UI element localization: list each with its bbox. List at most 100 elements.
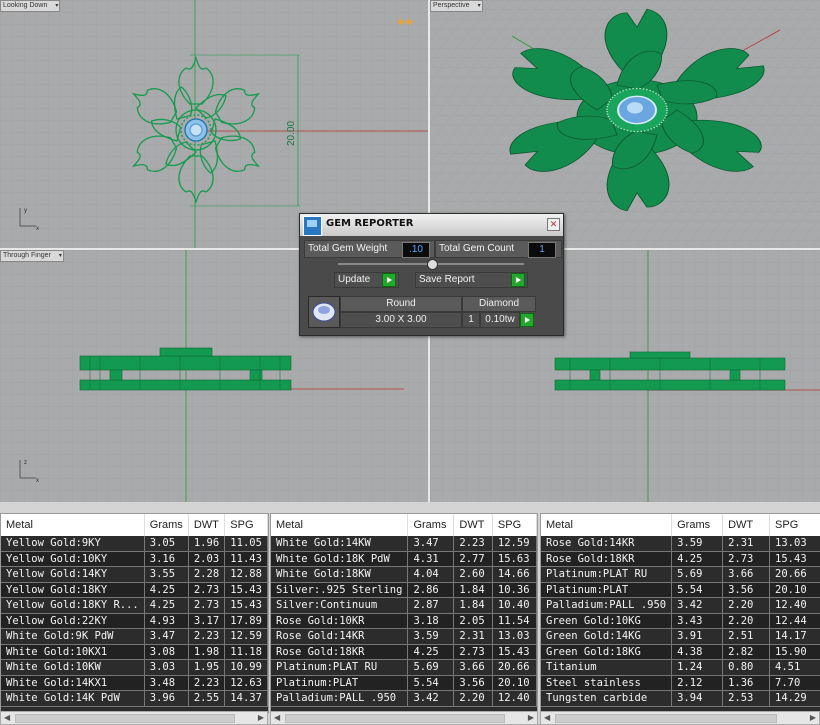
table-row[interactable]: Rose Gold:14KR 3.59 2.31 13.03 [541,536,820,552]
dimension-label: 20.00 [286,121,297,146]
dwt-value: 2.73 [188,597,226,614]
scroll-left-icon[interactable]: ◀ [544,712,550,723]
horizontal-scrollbar[interactable]: ◀ ▶ [540,711,820,725]
table-row[interactable]: Yellow Gold:10KY 3.16 2.03 11.43 [1,551,268,567]
column-header-dwt[interactable]: DWT [188,514,226,536]
play-icon[interactable] [520,313,534,327]
column-header-spg[interactable]: SPG [492,514,537,536]
play-icon[interactable] [511,273,525,287]
table-row[interactable]: Yellow Gold:18KY 4.25 2.73 15.43 [1,582,268,598]
spg-value: 11.05 [224,536,268,552]
dwt-value: 3.66 [722,566,771,583]
viewport-label[interactable]: Through Finger ▾ [0,250,64,262]
metal-name: Steel stainless [541,675,673,691]
metal-name: Rose Gold:18KR [541,551,673,567]
table-row[interactable]: White Gold:9K PdW 3.47 2.23 12.59 [1,628,268,645]
dwt-value: 2.82 [722,644,771,660]
grams-value: 3.18 [407,613,455,629]
column-header-grams[interactable]: Grams [407,514,455,536]
scrollbar-thumb[interactable] [15,714,235,723]
table-row[interactable]: White Gold:18KW 4.04 2.60 14.66 [271,566,537,583]
table-row[interactable]: White Gold:14KX1 3.48 2.23 12.63 [1,675,268,691]
viewport-perspective[interactable]: Perspective ▾ [430,0,820,248]
dwt-value: 2.20 [722,613,771,629]
metal-name: Yellow Gold:9KY [1,536,145,552]
table-row[interactable]: Yellow Gold:9KY 3.05 1.96 11.05 [1,536,268,552]
table-row[interactable]: Green Gold:14KG 3.91 2.51 14.17 [541,628,820,645]
table-row[interactable]: Rose Gold:10KR 3.18 2.05 11.54 [271,613,537,629]
table-row[interactable]: White Gold:14KW 3.47 2.23 12.59 [271,536,537,552]
table-row[interactable]: White Gold:10KW 3.03 1.95 10.99 [1,659,268,676]
round-diamond-icon [308,296,340,328]
close-icon[interactable]: ✕ [547,218,560,231]
metal-name: White Gold:9K PdW [1,628,145,645]
table-row[interactable]: Green Gold:10KG 3.43 2.20 12.44 [541,613,820,629]
table-row[interactable]: Platinum:PLAT 5.54 3.56 20.10 [541,582,820,598]
svg-text:y: y [24,208,27,214]
viewport-grid: 20.00 y x [0,0,428,248]
column-header-metal[interactable]: Metal [1,514,145,536]
column-header-grams[interactable]: Grams [144,514,189,536]
gem-slider[interactable] [338,259,524,270]
spg-value: 12.40 [492,690,537,707]
table-row[interactable]: White Gold:14K PdW 3.96 2.55 14.37 [1,690,268,707]
horizontal-scrollbar[interactable]: ◀ ▶ [270,711,538,725]
column-header-metal[interactable]: Metal [271,514,409,536]
gem-type-header: Diamond [462,296,536,312]
table-row[interactable]: Silver:.925 Sterling 2.86 1.84 10.36 [271,582,537,598]
table-row[interactable]: Steel stainless 2.12 1.36 7.70 [541,675,820,691]
table-row[interactable]: Rose Gold:18KR 4.25 2.73 15.43 [271,644,537,660]
play-icon[interactable] [382,273,396,287]
grams-value: 3.42 [671,597,724,614]
column-header-dwt[interactable]: DWT [453,514,493,536]
table-row[interactable]: White Gold:18K PdW 4.31 2.77 15.63 [271,551,537,567]
gem-reporter-panel: GEM REPORTER ✕ Total Gem Weight .10 Tota… [299,213,564,336]
slider-knob[interactable] [427,259,438,270]
metal-name: White Gold:10KX1 [1,644,145,660]
table-row[interactable]: Titanium 1.24 0.80 4.51 [541,659,820,676]
table-row[interactable]: Yellow Gold:14KY 3.55 2.28 12.88 [1,566,268,583]
grams-value: 3.91 [671,628,724,645]
table-row[interactable]: Platinum:PLAT RU 5.69 3.66 20.66 [271,659,537,676]
column-header-metal[interactable]: Metal [541,514,673,536]
table-row[interactable]: Rose Gold:18KR 4.25 2.73 15.43 [541,551,820,567]
spg-value: 13.03 [492,628,537,645]
column-header-spg[interactable]: SPG [769,514,820,536]
table-row[interactable]: Palladium:PALL .950 3.42 2.20 12.40 [271,690,537,707]
table-row[interactable]: Yellow Gold:18KY R... 4.25 2.73 15.43 [1,597,268,614]
spg-value: 15.63 [492,551,537,567]
column-header-grams[interactable]: Grams [671,514,724,536]
table-row[interactable]: Rose Gold:14KR 3.59 2.31 13.03 [271,628,537,645]
gem-reporter-titlebar[interactable]: GEM REPORTER ✕ [300,214,563,236]
dwt-value: 1.96 [188,536,226,552]
spg-value: 20.66 [769,566,820,583]
table-row[interactable]: Silver:Continuum 2.87 1.84 10.40 [271,597,537,614]
scroll-right-icon[interactable]: ▶ [810,712,816,723]
scrollbar-thumb[interactable] [555,714,777,723]
scrollbar-thumb[interactable] [285,714,505,723]
scroll-right-icon[interactable]: ▶ [258,712,264,723]
scroll-right-icon[interactable]: ▶ [528,712,534,723]
viewport-label[interactable]: Perspective ▾ [430,0,483,12]
column-header-spg[interactable]: SPG [224,514,268,536]
scroll-left-icon[interactable]: ◀ [4,712,10,723]
table-row[interactable]: Platinum:PLAT RU 5.69 3.66 20.66 [541,566,820,583]
save-report-button[interactable]: Save Report [415,272,528,288]
viewport-looking-down[interactable]: 20.00 y x Looking Down ▾ [0,0,428,248]
table-row[interactable]: Yellow Gold:22KY 4.93 3.17 17.89 [1,613,268,629]
metal-name: White Gold:18K PdW [271,551,409,567]
svg-text:z: z [24,460,27,466]
table-row[interactable]: Palladium:PALL .950 3.42 2.20 12.40 [541,597,820,614]
table-row[interactable]: Green Gold:18KG 4.38 2.82 15.90 [541,644,820,660]
dwt-value: 2.55 [188,690,226,707]
gem-reporter-logo-icon [303,216,322,236]
scroll-left-icon[interactable]: ◀ [274,712,280,723]
horizontal-scrollbar[interactable]: ◀ ▶ [0,711,268,725]
dwt-value: 3.56 [722,582,771,598]
update-button[interactable]: Update [334,272,399,288]
viewport-label[interactable]: Looking Down ▾ [0,0,61,12]
table-row[interactable]: Platinum:PLAT 5.54 3.56 20.10 [271,675,537,691]
table-row[interactable]: White Gold:10KX1 3.08 1.98 11.18 [1,644,268,660]
column-header-dwt[interactable]: DWT [722,514,771,536]
table-row[interactable]: Tungsten carbide 3.94 2.53 14.29 [541,690,820,707]
